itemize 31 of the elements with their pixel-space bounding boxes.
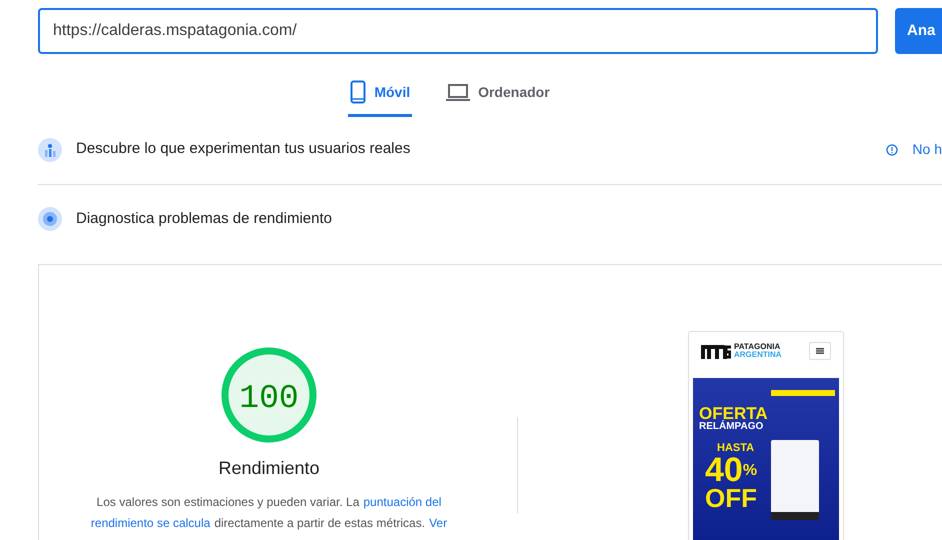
device-tab[interactable]: Ordenador xyxy=(444,74,552,117)
section-title: Descubre lo que experimentan tus usuarios reales xyxy=(76,139,410,160)
users-chart-icon xyxy=(38,138,62,162)
date-tag xyxy=(771,390,835,396)
analyze-button[interactable]: Ana xyxy=(895,8,942,54)
menu-button[interactable] xyxy=(809,342,831,360)
logo-text: ARGENTINA xyxy=(734,351,782,359)
menu-icon xyxy=(816,348,824,354)
banner-headline: OFERTA xyxy=(699,406,769,421)
score-gauge: 100 xyxy=(221,347,317,443)
learn-more-link[interactable]: rendimiento se calcula xyxy=(90,513,210,534)
learn-more-link[interactable]: Ver xyxy=(429,513,448,534)
url-field[interactable]: https://calderas.mspatagonia.com/ xyxy=(38,8,878,54)
description-text: directamente a partir de estas métricas. xyxy=(214,515,426,532)
phone-icon xyxy=(350,80,366,104)
device-tab[interactable]: Móvil xyxy=(348,74,412,117)
laptop-icon xyxy=(446,83,470,101)
section-title: Diagnostica problemas de rendimiento xyxy=(76,208,332,229)
no-data-link[interactable]: No h xyxy=(912,139,942,160)
description-text: Los valores son estimaciones y pueden variar. La xyxy=(96,494,360,511)
logo-text: PATAGONIA xyxy=(734,343,782,351)
banner-text: HASTA xyxy=(717,442,756,454)
banner-subheadline: RELÁMPAGO xyxy=(699,421,764,432)
info-icon xyxy=(886,144,898,156)
radar-icon xyxy=(38,207,62,231)
banner-text: OFF xyxy=(705,486,758,510)
logo-mark-icon xyxy=(701,343,731,359)
percent-sign: % xyxy=(742,462,758,480)
learn-more-link[interactable]: puntuación del xyxy=(363,492,442,513)
score-label: Rendimiento xyxy=(218,457,320,480)
discount-number: 40 xyxy=(705,454,743,486)
